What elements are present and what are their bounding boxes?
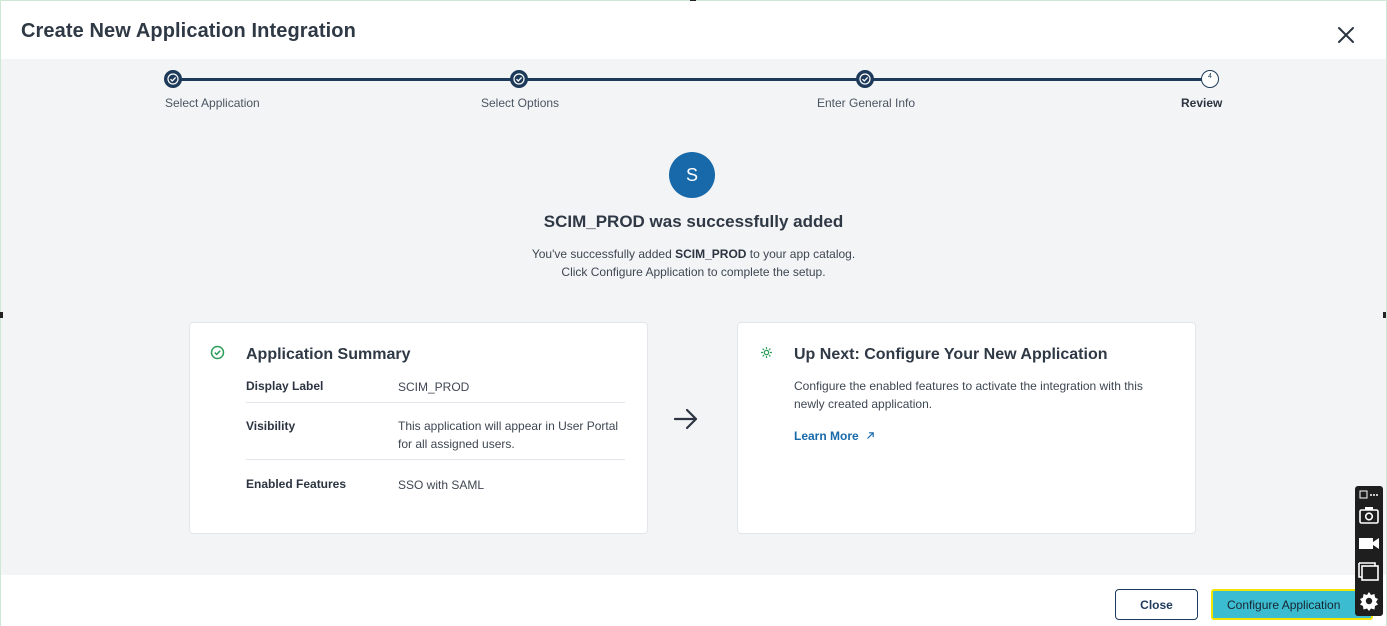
success-suffix: to your app catalog. (746, 247, 856, 261)
enabled-features-value: SSO with SAML (398, 478, 485, 492)
up-next-card: Up Next: Configure Your New Application … (737, 322, 1196, 534)
success-title: SCIM_PROD was successfully added (543, 212, 844, 231)
external-link-icon (867, 432, 874, 439)
video-icon[interactable] (1358, 532, 1380, 554)
stepper-track (181, 78, 1203, 81)
configure-application-button[interactable]: Configure Application (1211, 589, 1373, 620)
summary-title: Application Summary (246, 346, 411, 363)
success-message-line-2: Click Configure Application to complete … (561, 265, 826, 279)
window-resize-handle-left[interactable] (0, 312, 3, 318)
window-icon[interactable] (1358, 561, 1380, 583)
up-next-title: Up Next: Configure Your New Application (794, 346, 1108, 363)
application-summary-card: Application Summary Display Label SCIM_P… (189, 322, 648, 534)
visibility-value: This application will appear in User Por… (398, 419, 619, 451)
close-button[interactable]: Close (1115, 589, 1198, 620)
modal-footer: Close Configure Application (1, 575, 1386, 626)
learn-more-link[interactable]: Learn More (794, 429, 875, 443)
row-divider (246, 402, 625, 403)
step-2-check-icon (510, 70, 528, 88)
step-3-check-icon (856, 70, 874, 88)
capture-toolbar (1355, 486, 1383, 616)
step-4-label: Review (1181, 96, 1223, 110)
window-resize-handle-right[interactable] (1383, 312, 1386, 318)
enabled-features-label: Enabled Features (246, 477, 347, 491)
close-icon[interactable] (1336, 25, 1356, 45)
app-avatar: S (669, 152, 715, 198)
gear-icon (760, 346, 773, 364)
display-label-label: Display Label (246, 379, 324, 393)
visibility-label: Visibility (246, 419, 296, 433)
row-divider (246, 459, 625, 460)
display-label-value: SCIM_PROD (398, 380, 470, 394)
step-1-check-icon (164, 70, 182, 88)
settings-icon[interactable] (1358, 590, 1380, 612)
modal-title: Create New Application Integration (21, 20, 356, 42)
step-2-label: Select Options (481, 96, 560, 110)
progress-stepper: Select Application Select Options Enter … (1, 59, 1386, 119)
modal-header: Create New Application Integration (1, 1, 1386, 59)
step-4-number: 4 (1208, 73, 1212, 80)
arrow-right-icon (672, 406, 700, 437)
success-app-name: SCIM_PROD (675, 247, 747, 261)
step-4-indicator: 4 (1201, 70, 1219, 88)
toolbar-menu-icon[interactable] (1358, 488, 1380, 502)
learn-more-label: Learn More (794, 429, 859, 443)
check-circle-icon (210, 345, 225, 365)
success-prefix: You've successfully added (531, 247, 676, 261)
create-integration-modal: Create New Application Integration Selec… (0, 0, 1387, 626)
success-message-line-1: You've successfully added SCIM_PROD to y… (1, 247, 1386, 261)
step-3-label: Enter General Info (817, 96, 916, 110)
up-next-description: Configure the enabled features to activa… (794, 379, 1143, 411)
step-1-label: Select Application (165, 96, 260, 110)
camera-icon[interactable] (1358, 504, 1380, 526)
